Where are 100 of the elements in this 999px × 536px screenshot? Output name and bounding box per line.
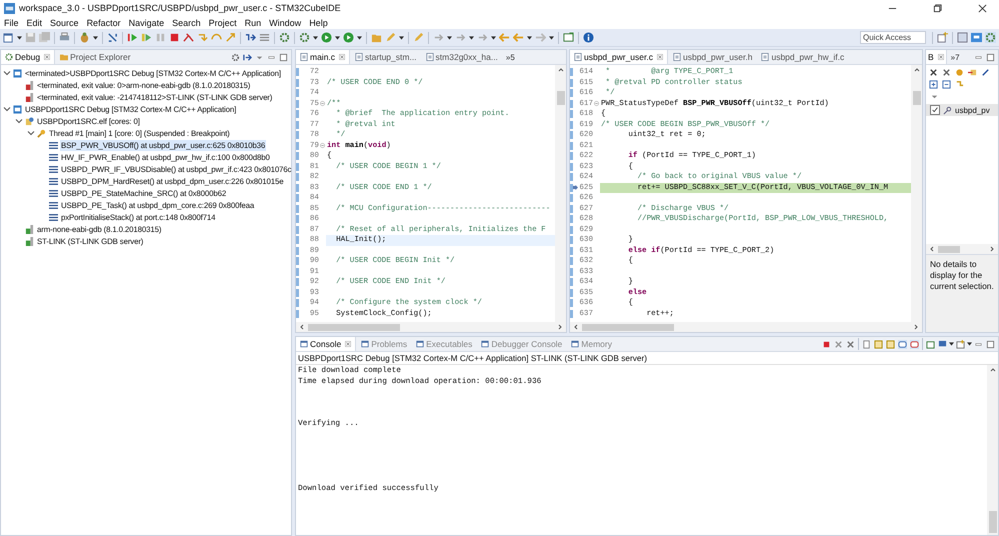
monitor-icon[interactable] (938, 340, 947, 348)
scrollbar-thumb[interactable] (938, 246, 960, 252)
scroll-left-icon[interactable] (299, 324, 305, 330)
menu-item[interactable]: Navigate (128, 18, 164, 28)
run-icon[interactable] (321, 32, 332, 43)
caret-icon[interactable] (527, 36, 532, 40)
open-perspective-icon[interactable] (937, 32, 948, 43)
menu-item[interactable]: Source (50, 18, 79, 28)
caret-icon[interactable] (549, 36, 554, 40)
maximize-icon[interactable] (986, 340, 995, 348)
more-tabs-button[interactable]: »5 (502, 52, 518, 62)
caret-icon[interactable] (949, 342, 954, 346)
caret-icon[interactable] (357, 36, 362, 40)
instruction-step-icon[interactable] (245, 32, 256, 43)
menu-item[interactable]: Window (269, 18, 302, 28)
pin-icon[interactable] (981, 68, 990, 77)
scrollbar-thumb[interactable] (988, 511, 996, 533)
word-wrap-icon[interactable] (886, 340, 895, 348)
caret-icon[interactable] (491, 36, 496, 40)
menu-item[interactable]: Help (309, 18, 328, 28)
caret-icon[interactable] (469, 36, 474, 40)
menu-item[interactable]: Edit (26, 18, 42, 28)
scroll-right-icon[interactable] (557, 324, 563, 330)
fold-icon[interactable] (594, 101, 599, 106)
maximize-icon[interactable] (279, 52, 288, 62)
fold-icon[interactable] (320, 101, 325, 106)
maximize-icon[interactable] (986, 52, 995, 62)
info-icon[interactable] (583, 32, 594, 43)
import-icon[interactable] (968, 68, 977, 77)
editor-tab[interactable]: usbpd_pwr_hw_if.c (771, 51, 844, 63)
menu-item[interactable]: Run (244, 18, 262, 28)
gear-icon[interactable] (231, 52, 240, 62)
resume-icon[interactable] (127, 32, 138, 43)
display-console-icon[interactable] (926, 340, 935, 348)
caret-icon[interactable] (399, 36, 404, 40)
scroll-right-icon[interactable] (989, 246, 995, 252)
cross-icon[interactable] (942, 68, 951, 77)
scroll-up-icon[interactable] (558, 67, 564, 73)
chevron-icon[interactable] (15, 117, 23, 125)
gear-icon[interactable] (279, 32, 290, 43)
more-tabs-button[interactable]: »7 (948, 52, 963, 62)
caret-icon[interactable] (335, 36, 340, 40)
new-console-icon[interactable] (956, 340, 965, 348)
caret-icon[interactable] (447, 36, 452, 40)
editor-tab[interactable]: usbpd_pwr_user.h (683, 51, 752, 63)
scrollbar-thumb[interactable] (308, 324, 400, 330)
fold-icon[interactable] (320, 143, 325, 148)
console-header: USBPDport1SRC Debug [STM32 Cortex-M C/C++ Application] ST-LINK (ST-LINK GDB server) (296, 352, 998, 365)
scroll-up-icon[interactable] (914, 67, 920, 73)
checkbox[interactable] (930, 105, 940, 115)
cross-icon[interactable] (929, 68, 938, 77)
menu-item[interactable]: Refactor (86, 18, 121, 28)
restore-icon[interactable] (933, 4, 942, 12)
scrollbar-thumb[interactable] (912, 91, 920, 105)
stop-icon[interactable] (169, 32, 180, 43)
horizontal-scrollbar[interactable] (926, 244, 998, 254)
caret-icon[interactable] (967, 342, 972, 346)
menu-item[interactable]: Search (172, 18, 201, 28)
scroll-left-icon[interactable] (929, 246, 935, 252)
scroll-up-icon[interactable] (990, 367, 996, 373)
chevron-icon[interactable] (3, 105, 11, 113)
panel-tab[interactable]: Project Explorer (70, 51, 131, 63)
caret-icon[interactable] (17, 36, 22, 40)
step-filter-icon[interactable] (243, 52, 252, 62)
run-icon[interactable] (343, 32, 354, 43)
gear-icon[interactable] (985, 32, 996, 43)
menu-item[interactable]: Project (208, 18, 237, 28)
chevron-icon[interactable] (3, 69, 11, 77)
close-icon[interactable] (978, 4, 987, 12)
perspective-icon[interactable] (957, 32, 968, 43)
list-icon[interactable] (259, 32, 270, 43)
collapse-all-icon[interactable] (942, 80, 951, 89)
expand-all-icon[interactable] (929, 80, 938, 89)
vertical-scrollbar[interactable] (987, 365, 998, 535)
clear-console-icon[interactable] (862, 340, 871, 348)
window-icon[interactable] (563, 32, 574, 43)
editor-tab[interactable]: stm32g0xx_ha... (436, 51, 498, 63)
caret-icon[interactable] (93, 36, 98, 40)
scrollbar-thumb[interactable] (582, 324, 674, 330)
vertical-scrollbar[interactable] (555, 65, 566, 322)
perspective-icon[interactable] (971, 32, 982, 43)
stop-icon[interactable] (822, 340, 831, 348)
disconnect-icon[interactable] (183, 32, 194, 43)
scroll-left-icon[interactable] (573, 324, 579, 330)
scroll-lock-icon[interactable] (874, 340, 883, 348)
new-file-icon[interactable] (3, 32, 14, 43)
caret-icon[interactable] (313, 36, 318, 40)
horizontal-scrollbar[interactable] (570, 322, 922, 332)
quick-access-field[interactable]: Quick Access (860, 31, 926, 44)
play-icon[interactable] (141, 32, 152, 43)
editor-tab[interactable]: startup_stm... (365, 51, 417, 63)
printer-icon[interactable] (59, 32, 70, 43)
menu-item[interactable]: File (4, 18, 19, 28)
horizontal-scrollbar[interactable] (296, 322, 566, 332)
scroll-right-icon[interactable] (913, 324, 919, 330)
vertical-scrollbar[interactable] (911, 65, 922, 322)
scrollbar-thumb[interactable] (556, 91, 564, 105)
gear-icon[interactable] (299, 32, 310, 43)
chevron-icon[interactable] (27, 129, 35, 137)
stack-frame-icon (49, 140, 58, 150)
